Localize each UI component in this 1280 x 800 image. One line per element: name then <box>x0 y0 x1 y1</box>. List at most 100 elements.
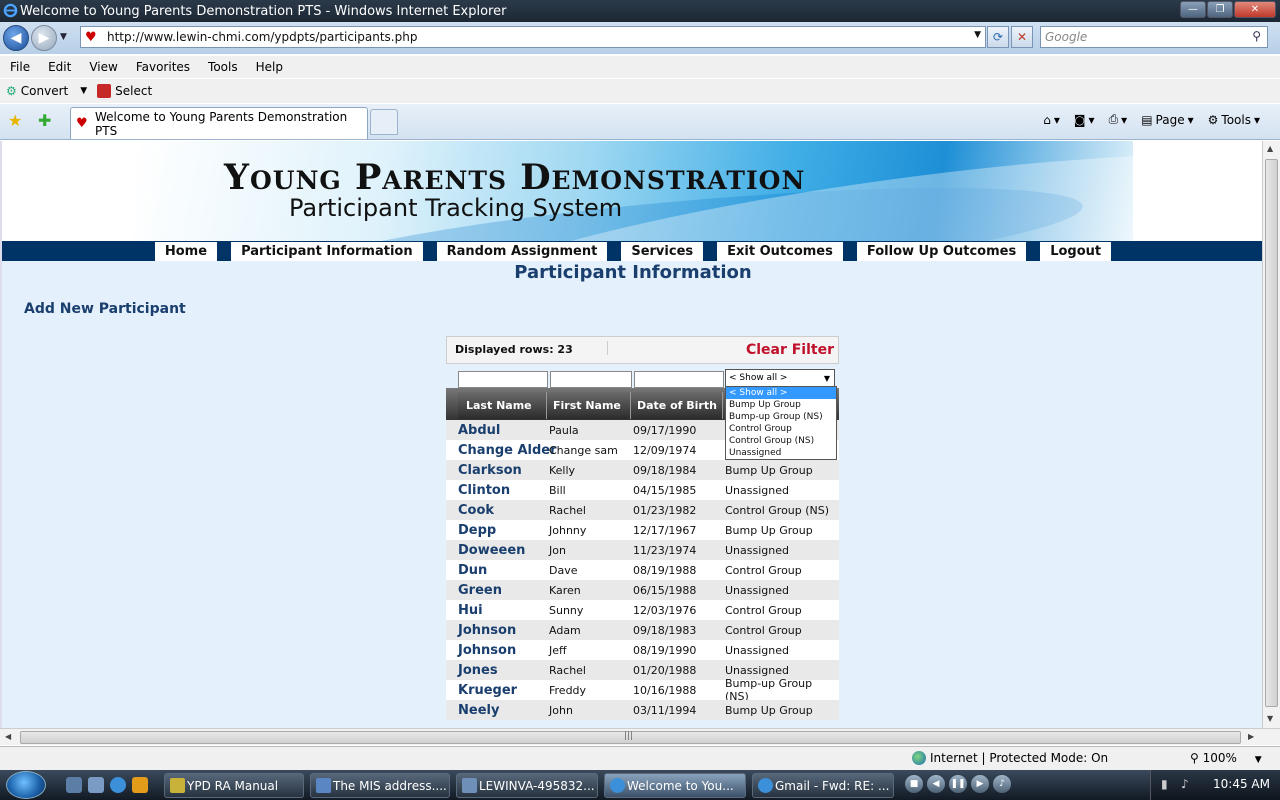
nav-exit-outcomes[interactable]: Exit Outcomes <box>717 242 843 261</box>
menu-favorites[interactable]: Favorites <box>126 60 198 74</box>
dropdown-option[interactable]: Control Group <box>726 423 836 435</box>
add-new-participant-link[interactable]: Add New Participant <box>24 301 186 317</box>
nav-home[interactable]: Home <box>154 242 218 261</box>
last-name-filter-input[interactable] <box>458 371 548 388</box>
search-input[interactable]: Google ⚲ <box>1040 26 1268 48</box>
media-stop-icon[interactable]: ■ <box>905 775 923 793</box>
media-pause-icon[interactable]: ❚❚ <box>949 775 967 793</box>
tools-menu-button[interactable]: ⚙ Tools ▾ <box>1208 113 1260 127</box>
taskbar-button-welcome[interactable]: Welcome to You... <box>604 773 746 798</box>
convert-button[interactable]: ⚙ Convert ▼ <box>6 84 87 98</box>
stop-button[interactable]: ✕ <box>1011 26 1033 48</box>
start-button[interactable] <box>6 771 46 799</box>
dropdown-option[interactable]: Control Group (NS) <box>726 435 836 447</box>
favorites-star-icon[interactable]: ★ <box>8 111 22 130</box>
forward-button[interactable]: ▶ <box>31 25 57 51</box>
last-name-cell[interactable]: Cook <box>458 500 494 520</box>
print-button[interactable]: ⎙ ▾ <box>1109 112 1128 127</box>
address-bar[interactable]: ♥ http://www.lewin-chmi.com/ypdpts/parti… <box>80 26 986 48</box>
select-button[interactable]: Select <box>97 84 152 98</box>
menu-help[interactable]: Help <box>246 60 291 74</box>
table-row[interactable]: Cook Rachel 01/23/1982 Control Group (NS) <box>446 500 839 520</box>
media-player-icon[interactable] <box>132 777 148 793</box>
last-name-cell[interactable]: Doweeen <box>458 540 525 560</box>
tab-active[interactable]: ♥ Welcome to Young Parents Demonstration… <box>70 107 368 139</box>
back-button[interactable]: ◀ <box>3 25 29 51</box>
menu-tools[interactable]: Tools <box>198 60 246 74</box>
taskbar-button-mis-address[interactable]: The MIS address.... <box>310 773 450 798</box>
new-tab-button[interactable] <box>370 109 398 135</box>
column-header-first-name[interactable]: First Name <box>547 392 631 419</box>
address-dropdown-icon[interactable]: ▼ <box>974 30 981 40</box>
last-name-cell[interactable]: Abdul <box>458 420 500 440</box>
last-name-cell[interactable]: Johnson <box>458 640 516 660</box>
table-row[interactable]: Krueger Freddy 10/16/1988 Bump-up Group (NS… <box>446 677 839 703</box>
last-name-cell[interactable]: Dun <box>458 560 487 580</box>
last-name-cell[interactable]: Johnson <box>458 620 516 640</box>
taskbar-button-lewinva[interactable]: LEWINVA-495832... <box>456 773 598 798</box>
table-row[interactable]: Hui Sunny 12/03/1976 Control Group <box>446 600 839 620</box>
table-row[interactable]: Dun Dave 08/19/1988 Control Group <box>446 560 839 580</box>
table-row[interactable]: Depp Johnny 12/17/1967 Bump Up Group <box>446 520 839 540</box>
media-prev-icon[interactable]: ◀ <box>927 775 945 793</box>
scroll-left-icon[interactable]: ◀ <box>5 732 11 741</box>
security-zone[interactable]: Internet | Protected Mode: On <box>912 751 1108 765</box>
table-row[interactable]: Green Karen 06/15/1988 Unassigned <box>446 580 839 600</box>
dropdown-option[interactable]: Bump Up Group <box>726 399 836 411</box>
media-next-icon[interactable]: ▶ <box>971 775 989 793</box>
clock[interactable]: 10:45 AM <box>1213 777 1270 791</box>
table-row[interactable]: Doweeen Jon 11/23/1974 Unassigned <box>446 540 839 560</box>
last-name-cell[interactable]: Jones <box>458 660 498 680</box>
nav-participant-information[interactable]: Participant Information <box>231 242 423 261</box>
taskbar-button-gmail[interactable]: Gmail - Fwd: RE: ... <box>752 773 894 798</box>
table-row[interactable]: Johnson Jeff 08/19/1990 Unassigned <box>446 640 839 660</box>
menu-view[interactable]: View <box>79 60 125 74</box>
nav-services[interactable]: Services <box>621 242 704 261</box>
minimize-button[interactable]: — <box>1180 1 1206 18</box>
show-desktop-icon[interactable] <box>66 777 82 793</box>
table-row[interactable]: Clinton Bill 04/15/1985 Unassigned <box>446 480 839 500</box>
search-icon[interactable]: ⚲ <box>1252 29 1261 43</box>
feeds-button[interactable]: ◙ ▾ <box>1074 113 1095 127</box>
dob-filter-input[interactable] <box>634 371 724 388</box>
nav-follow-up-outcomes[interactable]: Follow Up Outcomes <box>856 242 1027 261</box>
scroll-up-icon[interactable]: ▲ <box>1267 144 1273 153</box>
scroll-thumb[interactable] <box>1265 159 1278 707</box>
recent-pages-dropdown-icon[interactable]: ▼ <box>60 32 67 42</box>
switch-windows-icon[interactable] <box>88 777 104 793</box>
refresh-button[interactable]: ⟳ <box>987 26 1009 48</box>
scroll-down-icon[interactable]: ▼ <box>1267 714 1273 723</box>
last-name-cell[interactable]: Green <box>458 580 502 600</box>
volume-icon[interactable]: ♪ <box>993 775 1011 793</box>
last-name-cell[interactable]: Clarkson <box>458 460 522 480</box>
last-name-cell[interactable]: Depp <box>458 520 496 540</box>
restore-button[interactable]: ❐ <box>1207 1 1233 18</box>
close-window-button[interactable]: ✕ <box>1234 1 1276 18</box>
last-name-cell[interactable]: Hui <box>458 600 483 620</box>
last-name-cell[interactable]: Change Alder <box>458 440 557 460</box>
column-header-dob[interactable]: Date of Birth <box>631 392 723 419</box>
taskbar-button-ypd-ra-manual[interactable]: YPD RA Manual <box>164 773 304 798</box>
nav-logout[interactable]: Logout <box>1040 242 1112 261</box>
volume-tray-icon[interactable]: ♪ <box>1181 777 1189 791</box>
horizontal-scrollbar[interactable]: ◀ ||| ▶ <box>0 728 1280 745</box>
table-row[interactable]: Clarkson Kelly 09/18/1984 Bump Up Group <box>446 460 839 480</box>
group-filter-select[interactable]: < Show all > ▼ <box>725 369 835 387</box>
column-header-last-name[interactable]: Last Name <box>458 392 547 419</box>
last-name-cell[interactable]: Neely <box>458 700 499 720</box>
last-name-cell[interactable]: Clinton <box>458 480 510 500</box>
zoom-control[interactable]: ⚲ 100% ▼ <box>1190 751 1262 765</box>
clear-filter-link[interactable]: Clear Filter <box>746 342 834 358</box>
dropdown-option[interactable]: Unassigned <box>726 447 836 459</box>
home-button[interactable]: ⌂ ▾ <box>1043 113 1060 127</box>
vertical-scrollbar[interactable]: ▲ ▼ <box>1262 141 1280 728</box>
first-name-filter-input[interactable] <box>550 371 632 388</box>
last-name-cell[interactable]: Krueger <box>458 680 517 700</box>
dropdown-option[interactable]: < Show all > <box>726 387 836 399</box>
scroll-right-icon[interactable]: ▶ <box>1248 732 1254 741</box>
ie-quicklaunch-icon[interactable] <box>110 777 126 793</box>
dropdown-option[interactable]: Bump-up Group (NS) <box>726 411 836 423</box>
table-row[interactable]: Johnson Adam 09/18/1983 Control Group <box>446 620 839 640</box>
network-icon[interactable]: ▮ <box>1161 777 1168 791</box>
menu-file[interactable]: File <box>0 60 38 74</box>
